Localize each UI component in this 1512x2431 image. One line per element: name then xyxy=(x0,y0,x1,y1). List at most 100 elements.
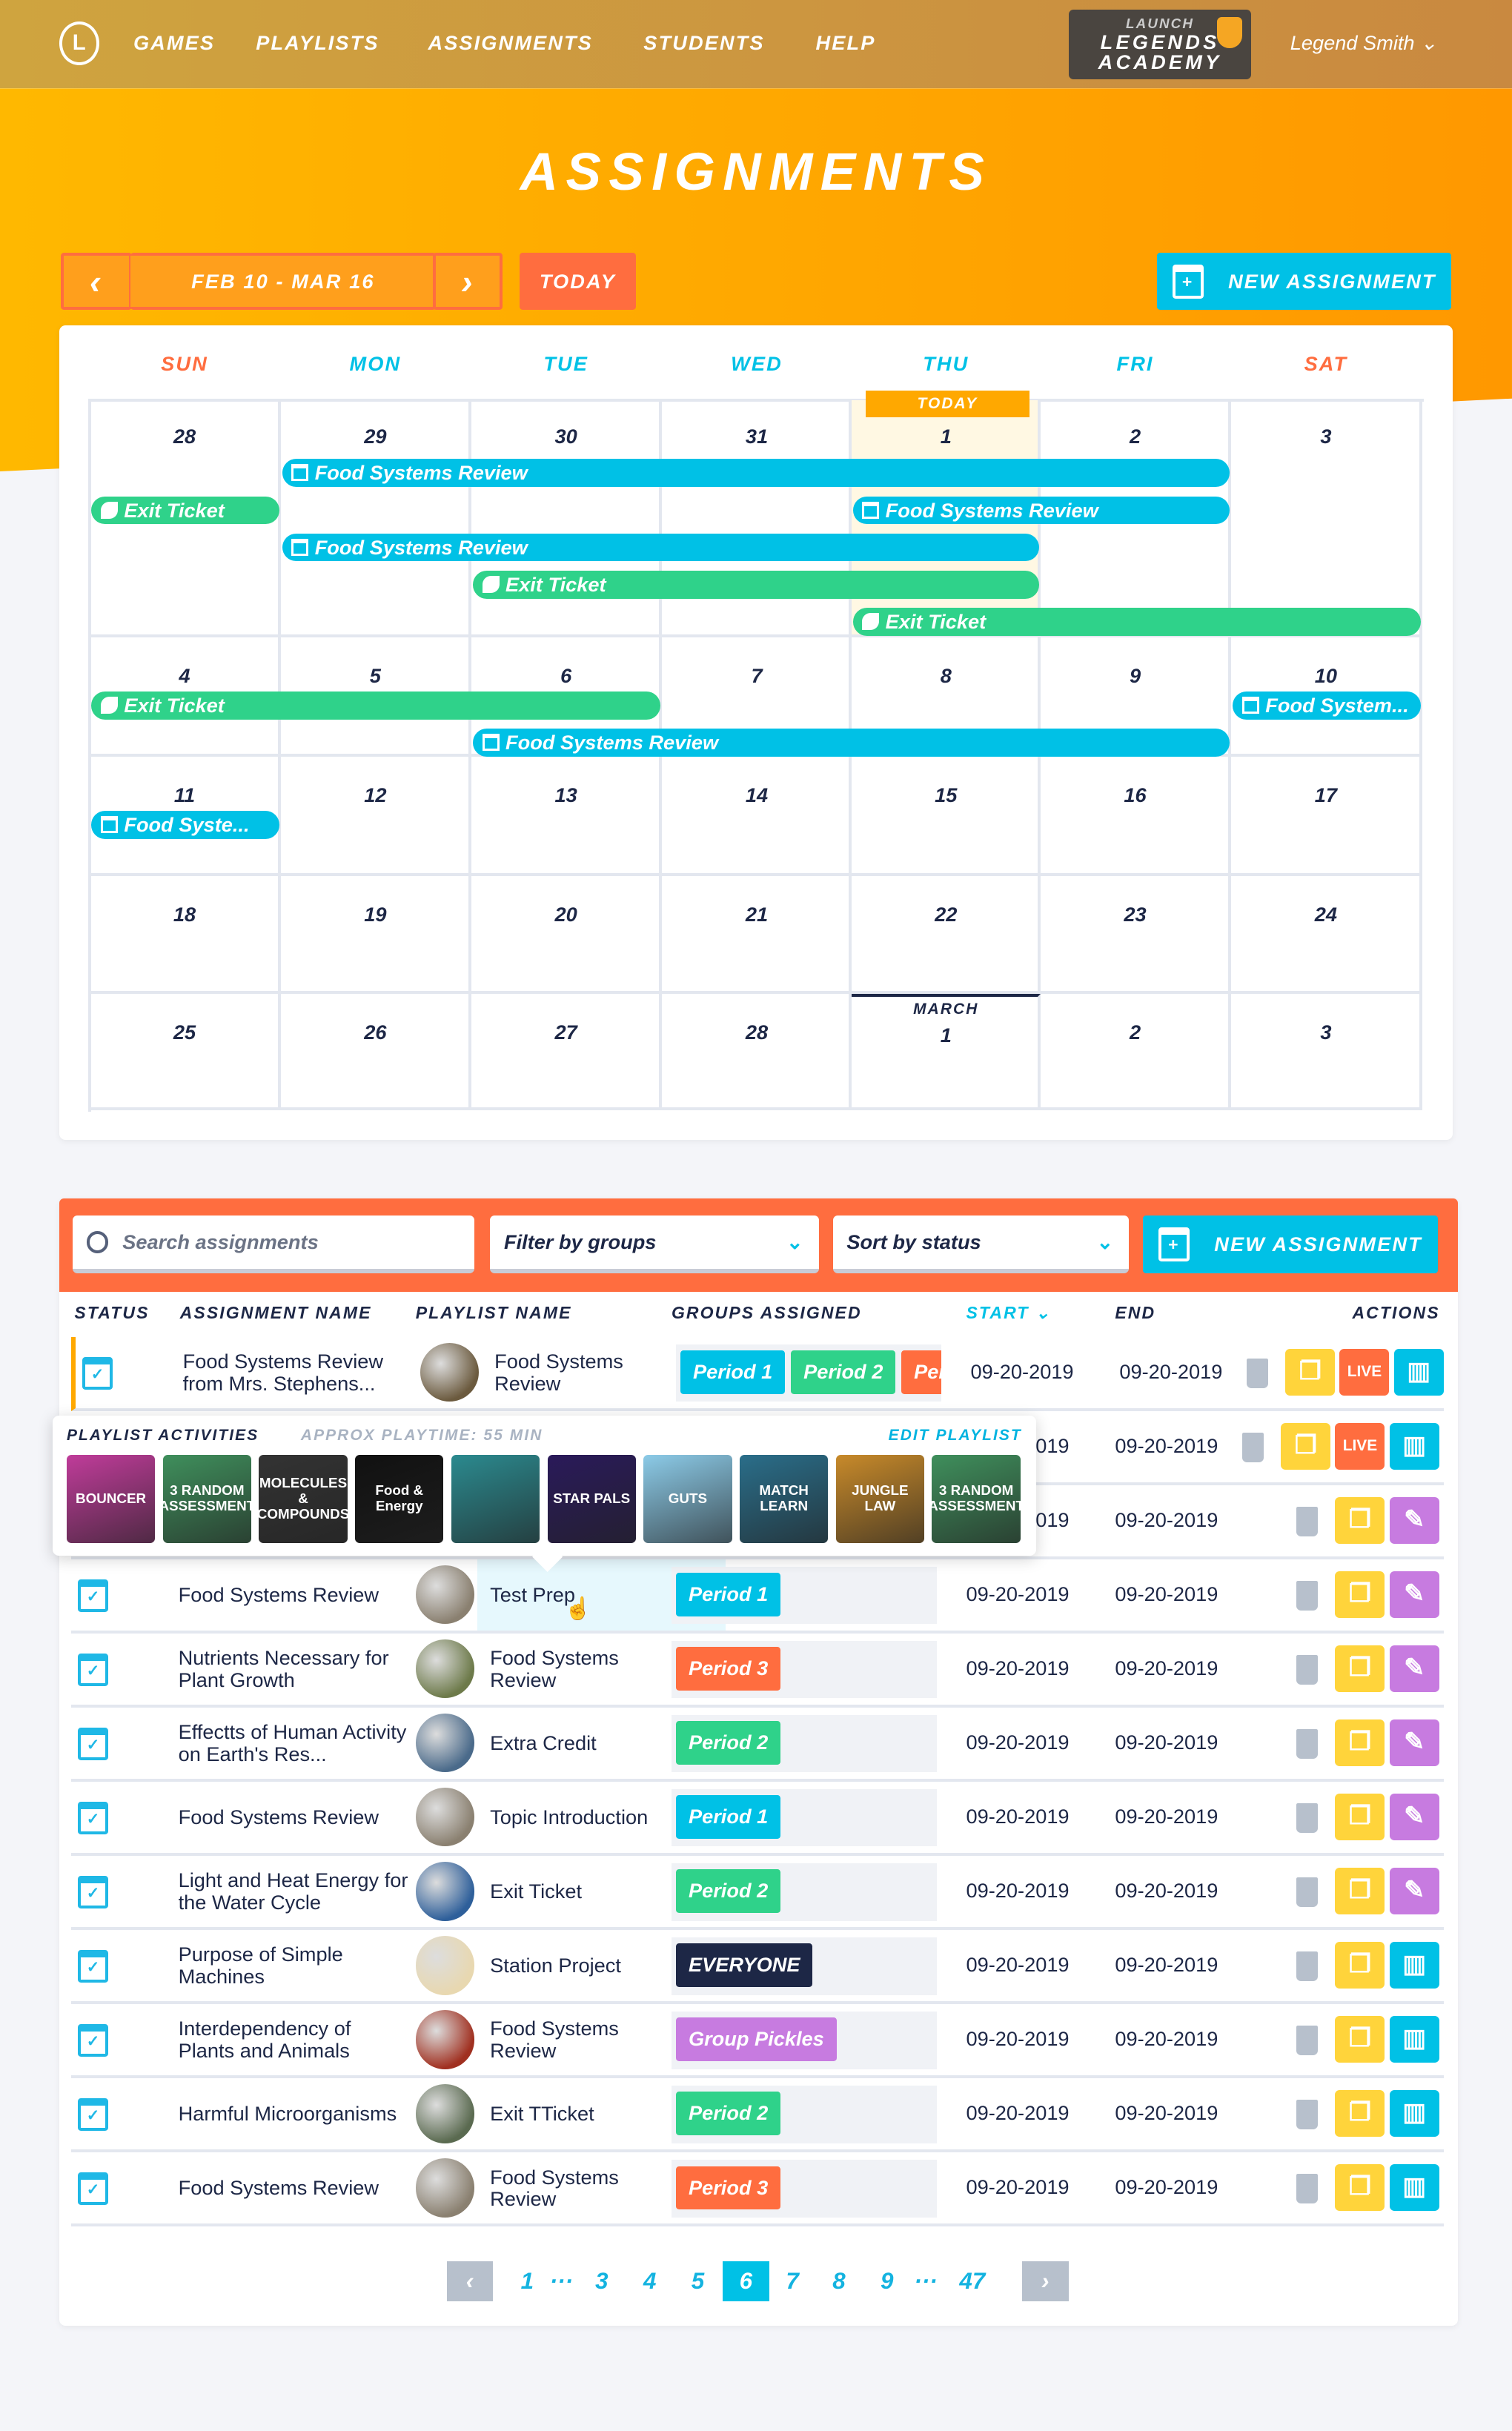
calendar-day[interactable] xyxy=(662,757,852,877)
calendar-event[interactable]: Exit Ticket xyxy=(91,692,661,720)
col-end[interactable]: END xyxy=(1115,1303,1155,1323)
calendar-event[interactable]: Food Systems Review xyxy=(473,729,1230,757)
assignment-name[interactable]: Nutrients Necessary for Plant Growth xyxy=(179,1634,411,1705)
page-8[interactable]: 8 xyxy=(822,2261,856,2301)
copy-icon[interactable]: ❐ xyxy=(1285,1349,1336,1396)
prev-page-button[interactable]: ‹ xyxy=(446,2261,494,2301)
search-input[interactable]: Search assignments xyxy=(73,1216,475,1273)
trash-icon[interactable] xyxy=(1296,1728,1319,1759)
col-status[interactable]: STATUS xyxy=(74,1303,149,1323)
page-3[interactable]: 3 xyxy=(585,2261,619,2301)
page-6[interactable]: 6 xyxy=(723,2261,769,2301)
group-badge[interactable]: Period 2 xyxy=(676,2092,780,2136)
table-row[interactable]: ✓ Harmful Microorganisms Exit TTicket Perio… xyxy=(71,2078,1444,2153)
calendar-event[interactable]: Exit Ticket xyxy=(852,608,1421,636)
brand-logo[interactable]: LAUNCH LEGENDS ACADEMY xyxy=(1068,9,1252,79)
edit-icon[interactable]: ✎ xyxy=(1389,1719,1439,1767)
today-button[interactable]: TODAY xyxy=(519,253,636,311)
trash-icon[interactable] xyxy=(1246,1358,1269,1388)
nav-students[interactable]: STUDENTS xyxy=(643,31,764,55)
trash-icon[interactable] xyxy=(1241,1432,1264,1462)
activity-thumbnail[interactable] xyxy=(451,1454,540,1543)
table-row[interactable]: ✓ Purpose of Simple Machines Station Proje… xyxy=(71,1930,1444,2005)
playlist-name[interactable]: Station Project xyxy=(490,1930,669,2001)
calendar-day[interactable] xyxy=(1040,994,1232,1111)
assignment-name[interactable]: Light and Heat Energy for the Water Cycl… xyxy=(179,1856,411,1927)
assignment-name[interactable]: Purpose of Simple Machines xyxy=(179,1930,411,2001)
edit-icon[interactable]: ✎ xyxy=(1389,1571,1439,1619)
edit-icon[interactable]: ✎ xyxy=(1389,1645,1439,1693)
page-1[interactable]: 1 xyxy=(510,2261,544,2301)
calendar-check-icon[interactable]: ✓ xyxy=(77,2097,109,2131)
assignment-name[interactable]: Harmful Microorganisms xyxy=(179,2078,411,2149)
sort-status-select[interactable]: Sort by status ⌄ xyxy=(832,1216,1130,1273)
page-9[interactable]: 9 xyxy=(870,2261,904,2301)
group-badge[interactable]: Period 1 xyxy=(676,1795,780,1840)
playlist-name[interactable]: Food Systems Review xyxy=(490,1634,669,1705)
calendar-event[interactable]: Food Syste... xyxy=(91,811,279,839)
table-row[interactable]: ✓ Food Systems Review Topic Introduction Pe… xyxy=(71,1782,1444,1857)
group-badge[interactable]: Period 1 xyxy=(676,1573,780,1616)
copy-icon[interactable]: ❐ xyxy=(1335,2090,1385,2138)
calendar-day[interactable] xyxy=(280,994,472,1111)
next-page-button[interactable]: › xyxy=(1021,2261,1069,2301)
activity-thumbnail[interactable]: 3 RANDOM ASSESSMENT xyxy=(932,1454,1021,1543)
activity-thumbnail[interactable]: JUNGLE LAW xyxy=(835,1454,924,1543)
group-badge[interactable]: Period 2 xyxy=(676,1721,780,1765)
copy-icon[interactable]: ❐ xyxy=(1335,1497,1385,1545)
col-playlist-name[interactable]: PLAYLIST NAME xyxy=(416,1303,572,1323)
copy-icon[interactable]: ❐ xyxy=(1335,1719,1385,1767)
edit-icon[interactable]: ✎ xyxy=(1389,1794,1439,1841)
edit-icon[interactable]: ✎ xyxy=(1389,1497,1439,1545)
logo-icon[interactable]: L xyxy=(59,21,99,65)
nav-games[interactable]: GAMES xyxy=(133,31,215,55)
page-7[interactable]: 7 xyxy=(775,2261,809,2301)
trash-icon[interactable] xyxy=(1296,2025,1319,2055)
report-icon[interactable]: ▥ xyxy=(1389,2090,1439,2138)
table-row[interactable]: ✓ Interdependency of Plants and Animals Fo… xyxy=(71,2004,1444,2079)
page-4[interactable]: 4 xyxy=(633,2261,667,2301)
assignment-name[interactable]: Effectts of Human Activity on Earth's Re… xyxy=(179,1708,411,1779)
calendar-day[interactable] xyxy=(1040,876,1232,995)
report-icon[interactable]: ▥ xyxy=(1389,2016,1439,2063)
filter-groups-select[interactable]: Filter by groups ⌄ xyxy=(490,1216,819,1273)
calendar-event[interactable]: Food Systems Review xyxy=(282,533,1039,562)
report-icon[interactable]: ▥ xyxy=(1389,1423,1439,1470)
calendar-day[interactable] xyxy=(471,876,663,995)
trash-icon[interactable] xyxy=(1296,1802,1319,1833)
calendar-day[interactable] xyxy=(471,994,663,1111)
prev-week-button[interactable]: ‹ xyxy=(60,253,132,311)
calendar-event[interactable]: Food Systems Review xyxy=(282,459,1230,487)
calendar-event[interactable]: Food Systems Review xyxy=(852,496,1230,525)
calendar-check-icon[interactable]: ✓ xyxy=(77,1949,109,1983)
copy-icon[interactable]: ❐ xyxy=(1335,1794,1385,1841)
copy-icon[interactable]: ❐ xyxy=(1281,1423,1331,1470)
group-badge[interactable]: EVERYONE xyxy=(676,1943,813,1988)
calendar-check-icon[interactable]: ✓ xyxy=(77,2172,109,2205)
trash-icon[interactable] xyxy=(1296,1877,1319,1907)
edit-playlist-link[interactable]: EDIT PLAYLIST xyxy=(889,1427,1022,1445)
copy-icon[interactable]: ❐ xyxy=(1335,1571,1385,1619)
table-row[interactable]: ✓ Food Systems Review from Mrs. Stephens.… xyxy=(71,1336,1444,1411)
group-badge[interactable]: Period 3 xyxy=(676,1647,780,1691)
assignment-name[interactable]: Food Systems Review xyxy=(179,1559,411,1631)
assignment-name[interactable]: Interdependency of Plants and Animals xyxy=(179,2004,411,2075)
col-start[interactable]: START ⌄ xyxy=(966,1303,1052,1323)
group-badge[interactable]: Period 2 xyxy=(791,1350,896,1394)
playlist-name[interactable]: Food Systems Review xyxy=(490,2004,669,2075)
table-row[interactable]: ✓ Effectts of Human Activity on Earth's R… xyxy=(71,1708,1444,1782)
page-5[interactable]: 5 xyxy=(681,2261,715,2301)
calendar-check-icon[interactable]: ✓ xyxy=(77,1727,109,1760)
activity-thumbnail[interactable]: STAR PALS xyxy=(547,1454,636,1543)
copy-icon[interactable]: ❐ xyxy=(1335,2164,1385,2212)
activity-thumbnail[interactable]: MOLECULES & COMPOUNDS xyxy=(259,1454,348,1543)
trash-icon[interactable] xyxy=(1296,2173,1319,2203)
page-47[interactable]: 47 xyxy=(955,2261,989,2301)
assignment-name[interactable]: Food Systems Review xyxy=(179,2152,411,2223)
calendar-day[interactable] xyxy=(662,994,852,1111)
playlist-name[interactable]: Exit Ticket xyxy=(490,1856,669,1927)
activity-thumbnail[interactable]: 3 RANDOM ASSESSMENT xyxy=(162,1454,251,1543)
calendar-event[interactable]: Exit Ticket xyxy=(473,570,1039,599)
activity-thumbnail[interactable]: BOUNCER xyxy=(66,1454,156,1543)
calendar-event[interactable]: Food System... xyxy=(1233,692,1421,720)
